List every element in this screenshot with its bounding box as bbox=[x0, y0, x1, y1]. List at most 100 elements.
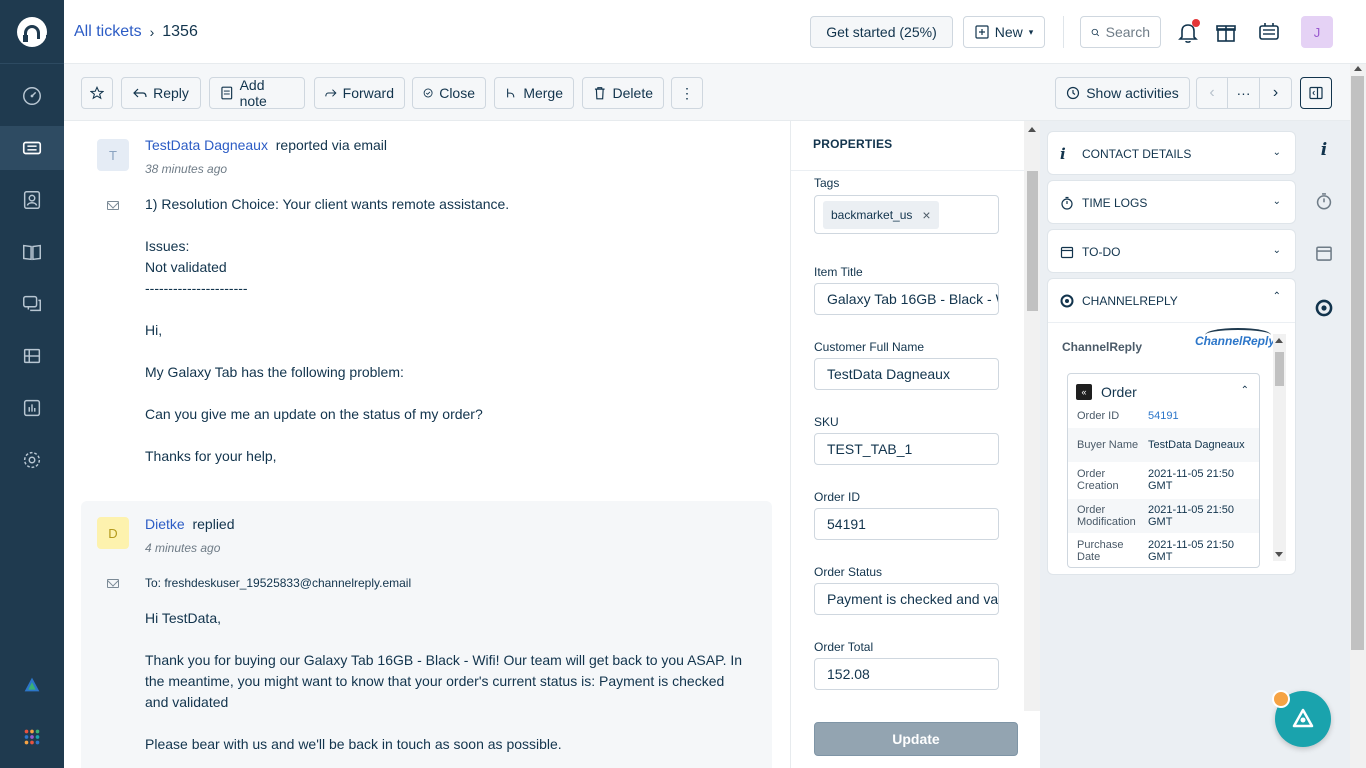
freshdesk-logo-icon[interactable] bbox=[17, 17, 51, 47]
scroll-up-arrow[interactable] bbox=[1354, 66, 1362, 71]
previous-ticket-button[interactable]: ‹ bbox=[1196, 77, 1228, 109]
forward-button[interactable]: Forward bbox=[314, 77, 405, 109]
delete-label: Delete bbox=[612, 85, 653, 101]
scroll-up-arrow[interactable] bbox=[1028, 127, 1036, 132]
scrollbar-thumb[interactable] bbox=[1351, 76, 1364, 650]
property-input[interactable]: TEST_TAB_1 bbox=[814, 433, 999, 465]
update-button[interactable]: Update bbox=[814, 722, 1018, 756]
email-icon bbox=[107, 201, 119, 210]
scroll-down-arrow[interactable] bbox=[1275, 552, 1283, 557]
notifications-button[interactable] bbox=[1173, 16, 1203, 48]
channelreply-scrollbar[interactable] bbox=[1273, 334, 1286, 561]
message-line: the meantime, you might want to know tha… bbox=[145, 673, 725, 689]
message-line: Can you give me an update on the status … bbox=[145, 406, 483, 422]
sidebar-item-forums[interactable] bbox=[0, 282, 64, 326]
rail-todo-button[interactable] bbox=[1314, 243, 1334, 263]
channelreply-brand-logo: ChannelReply bbox=[1195, 328, 1275, 348]
order-field-label: Order ID bbox=[1077, 410, 1120, 422]
toggle-sidebar-button[interactable] bbox=[1300, 77, 1332, 109]
sidebar-item-apps[interactable] bbox=[0, 715, 64, 759]
chevron-up-icon[interactable]: ⌃ bbox=[1241, 385, 1249, 396]
delete-button[interactable]: Delete bbox=[582, 77, 664, 109]
new-button[interactable]: New ▾ bbox=[963, 16, 1045, 48]
property-input[interactable]: 54191 bbox=[814, 508, 999, 540]
property-label: Item Title bbox=[814, 265, 863, 279]
order-id-link[interactable]: 54191 bbox=[1148, 410, 1259, 422]
add-note-button[interactable]: Add note bbox=[209, 77, 305, 109]
breadcrumb: All tickets › 1356 bbox=[74, 23, 198, 41]
ticket-list-button[interactable]: ··· bbox=[1227, 77, 1260, 109]
merge-button[interactable]: Merge bbox=[494, 77, 574, 109]
sidebar-item-freshworks[interactable] bbox=[0, 663, 64, 707]
sidebar-item-assets[interactable] bbox=[0, 334, 64, 378]
message-header: TestData Dagneaux reported via email bbox=[145, 137, 387, 153]
panel-toggle-icon bbox=[1309, 86, 1323, 100]
time-logs-title: TIME LOGS bbox=[1082, 196, 1148, 210]
product-switcher-button[interactable] bbox=[1254, 16, 1284, 48]
properties-title: PROPERTIES bbox=[813, 137, 893, 151]
sidebar-item-tickets[interactable] bbox=[0, 126, 64, 170]
sidebar-item-contacts[interactable] bbox=[0, 178, 64, 222]
gift-button[interactable] bbox=[1211, 16, 1241, 48]
order-field-label: Order Creation bbox=[1077, 468, 1119, 492]
message-time: 38 minutes ago bbox=[145, 162, 228, 176]
scrollbar-thumb[interactable] bbox=[1027, 171, 1038, 311]
notification-badge bbox=[1192, 19, 1200, 27]
rail-contact-info-button[interactable]: i bbox=[1314, 140, 1334, 160]
info-icon: i bbox=[1320, 140, 1328, 160]
sidebar-item-admin[interactable] bbox=[0, 438, 64, 482]
todo-widget[interactable]: TO-DO ⌄ bbox=[1047, 229, 1296, 273]
tag-label: backmarket_us bbox=[831, 208, 913, 222]
ticket-toolbar: Reply Add note Forward Close Merge Delet… bbox=[64, 64, 1350, 121]
freshworks-logo-icon bbox=[24, 677, 40, 692]
reporter-avatar: T bbox=[97, 139, 129, 171]
property-input[interactable]: TestData Dagneaux bbox=[814, 358, 999, 390]
channelreply-header[interactable]: CHANNELREPLY ⌃ bbox=[1048, 279, 1295, 323]
order-row: Buyer Name TestData Dagneaux bbox=[1068, 428, 1259, 462]
reply-message: D Dietke replied 4 minutes ago To: fresh… bbox=[81, 501, 772, 768]
tags-label: Tags bbox=[814, 176, 840, 190]
reporter-action: reported via email bbox=[275, 137, 388, 153]
sidebar-item-reports[interactable] bbox=[0, 386, 64, 430]
next-ticket-button[interactable]: › bbox=[1259, 77, 1292, 109]
contact-details-widget[interactable]: i CONTACT DETAILS ⌄ bbox=[1047, 131, 1296, 175]
scroll-up-arrow[interactable] bbox=[1275, 338, 1283, 343]
sidebar-divider bbox=[0, 63, 64, 64]
get-started-button[interactable]: Get started (25%) bbox=[810, 16, 953, 48]
tags-input[interactable]: backmarket_us × bbox=[814, 195, 999, 234]
channelreply-logo-icon bbox=[1315, 299, 1333, 317]
property-input[interactable]: 152.08 bbox=[814, 658, 999, 690]
property-label: Order ID bbox=[814, 490, 861, 504]
sidebar-item-solutions[interactable] bbox=[0, 230, 64, 274]
message-line: Hi, bbox=[145, 322, 163, 338]
search-button[interactable]: Search bbox=[1080, 16, 1161, 48]
properties-scrollbar[interactable] bbox=[1024, 121, 1040, 711]
calendar-icon bbox=[1060, 246, 1074, 259]
time-logs-widget[interactable]: TIME LOGS ⌄ bbox=[1047, 180, 1296, 224]
widget-divider bbox=[1048, 322, 1295, 323]
tickets-icon bbox=[22, 141, 42, 155]
property-input[interactable]: Galaxy Tab 16GB - Black - Wifi bbox=[814, 283, 999, 315]
reply-button[interactable]: Reply bbox=[121, 77, 201, 109]
order-card: « Order ⌃ Order ID 54191 Buyer Name TestDat… bbox=[1067, 373, 1260, 568]
breadcrumb-all-tickets-link[interactable]: All tickets bbox=[74, 23, 142, 41]
agent-name-link[interactable]: Dietke bbox=[145, 516, 185, 532]
ellipsis-icon: ··· bbox=[1236, 85, 1251, 101]
rail-time-logs-button[interactable] bbox=[1314, 191, 1334, 211]
order-card-header[interactable]: « Order bbox=[1076, 384, 1137, 400]
tag-remove-icon[interactable]: × bbox=[922, 207, 930, 223]
user-avatar[interactable]: J bbox=[1301, 16, 1333, 48]
close-ticket-button[interactable]: Close bbox=[412, 77, 486, 109]
show-activities-button[interactable]: Show activities bbox=[1055, 77, 1190, 109]
sidebar-item-dashboard[interactable] bbox=[0, 74, 64, 118]
scrollbar-thumb[interactable] bbox=[1275, 352, 1284, 386]
property-input[interactable]: Payment is checked and validated bbox=[814, 583, 999, 615]
order-field-value: 2021-11-05 21:50 GMT bbox=[1148, 539, 1235, 563]
page-scrollbar[interactable] bbox=[1350, 64, 1366, 768]
star-button[interactable] bbox=[81, 77, 113, 109]
reporter-name-link[interactable]: TestData Dagneaux bbox=[145, 137, 268, 153]
order-field-value: 2021-11-05 21:50 GMT bbox=[1148, 468, 1235, 492]
rail-channelreply-button[interactable] bbox=[1314, 298, 1334, 318]
more-actions-button[interactable]: ⋮ bbox=[671, 77, 703, 109]
add-note-label: Add note bbox=[239, 77, 267, 109]
